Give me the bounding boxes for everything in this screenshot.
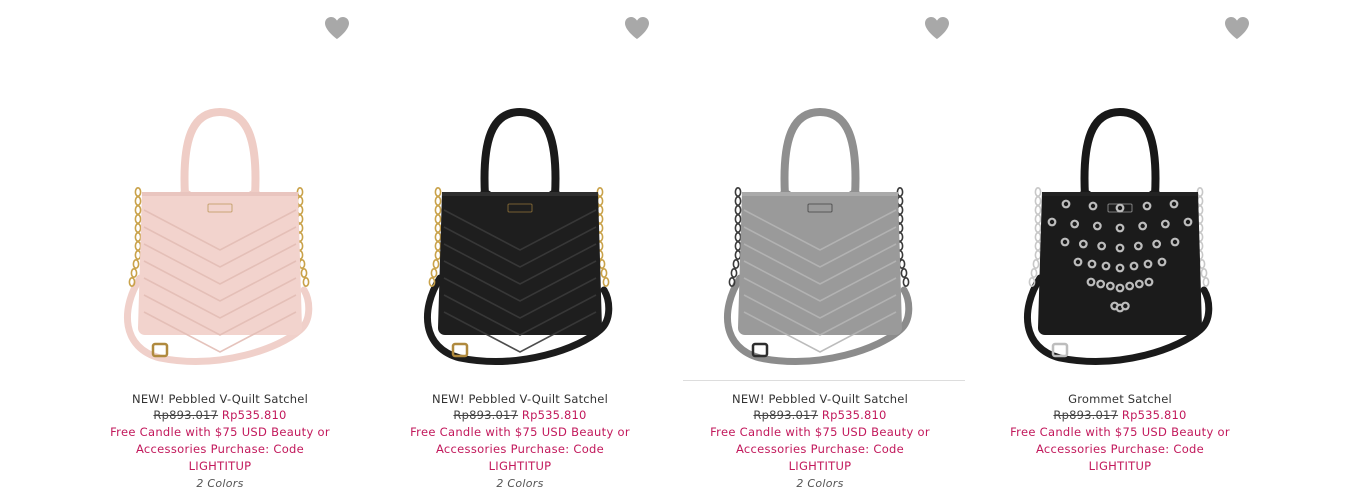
sale-price: Rp535.810 <box>821 408 887 422</box>
promo-code: LIGHTITUP <box>1088 459 1152 473</box>
product-image[interactable] <box>100 100 400 380</box>
handbag-illustration <box>1024 107 1213 365</box>
product-grid: NEW! Pebbled V-Quilt Satchel Rp893.017 R… <box>0 0 1347 499</box>
product-prices: Rp893.017 Rp535.810 <box>700 407 940 424</box>
promo-line: Free Candle with $75 USD Beauty or <box>1010 425 1230 439</box>
product-card[interactable]: NEW! Pebbled V-Quilt Satchel Rp893.017 R… <box>683 0 1000 499</box>
product-info: NEW! Pebbled V-Quilt Satchel Rp893.017 R… <box>400 391 640 492</box>
heart-icon[interactable] <box>923 14 951 42</box>
color-count[interactable]: 2 Colors <box>100 475 340 492</box>
original-price: Rp893.017 <box>753 408 819 422</box>
product-image[interactable] <box>400 100 700 380</box>
product-prices: Rp893.017 Rp535.810 <box>100 407 340 424</box>
product-card[interactable]: NEW! Pebbled V-Quilt Satchel Rp893.017 R… <box>400 0 700 499</box>
original-price: Rp893.017 <box>453 408 519 422</box>
product-card[interactable]: NEW! Pebbled V-Quilt Satchel Rp893.017 R… <box>100 0 400 499</box>
promo-line: Accessories Purchase: Code <box>735 442 905 456</box>
promo-line: Accessories Purchase: Code <box>135 442 305 456</box>
handbag-illustration <box>124 107 313 365</box>
product-name[interactable]: Grommet Satchel <box>1000 391 1240 407</box>
product-info: NEW! Pebbled V-Quilt Satchel Rp893.017 R… <box>700 391 940 492</box>
heart-icon[interactable] <box>1223 14 1251 42</box>
promo-code: LIGHTITUP <box>188 459 252 473</box>
card-divider <box>683 380 965 381</box>
promo-line: Free Candle with $75 USD Beauty or <box>410 425 630 439</box>
promo-code: LIGHTITUP <box>488 459 552 473</box>
handbag-illustration <box>424 107 613 365</box>
sale-price: Rp535.810 <box>1121 408 1187 422</box>
heart-icon[interactable] <box>623 14 651 42</box>
product-info: Grommet Satchel Rp893.017 Rp535.810 Free… <box>1000 391 1240 475</box>
product-image[interactable] <box>700 100 1000 380</box>
product-name[interactable]: NEW! Pebbled V-Quilt Satchel <box>100 391 340 407</box>
color-count[interactable]: 2 Colors <box>700 475 940 492</box>
product-prices: Rp893.017 Rp535.810 <box>400 407 640 424</box>
product-image[interactable] <box>1000 100 1300 380</box>
promo-line: Accessories Purchase: Code <box>435 442 605 456</box>
heart-icon[interactable] <box>323 14 351 42</box>
promo-code: LIGHTITUP <box>788 459 852 473</box>
original-price: Rp893.017 <box>1053 408 1119 422</box>
product-name[interactable]: NEW! Pebbled V-Quilt Satchel <box>400 391 640 407</box>
promo-line: Accessories Purchase: Code <box>1035 442 1205 456</box>
sale-price: Rp535.810 <box>521 408 587 422</box>
product-prices: Rp893.017 Rp535.810 <box>1000 407 1240 424</box>
product-name[interactable]: NEW! Pebbled V-Quilt Satchel <box>700 391 940 407</box>
product-info: NEW! Pebbled V-Quilt Satchel Rp893.017 R… <box>100 391 340 492</box>
promo-line: Free Candle with $75 USD Beauty or <box>110 425 330 439</box>
color-count[interactable]: 2 Colors <box>400 475 640 492</box>
original-price: Rp893.017 <box>153 408 219 422</box>
sale-price: Rp535.810 <box>221 408 287 422</box>
handbag-illustration <box>724 107 913 365</box>
product-card[interactable]: Grommet Satchel Rp893.017 Rp535.810 Free… <box>1000 0 1300 499</box>
promo-line: Free Candle with $75 USD Beauty or <box>710 425 930 439</box>
